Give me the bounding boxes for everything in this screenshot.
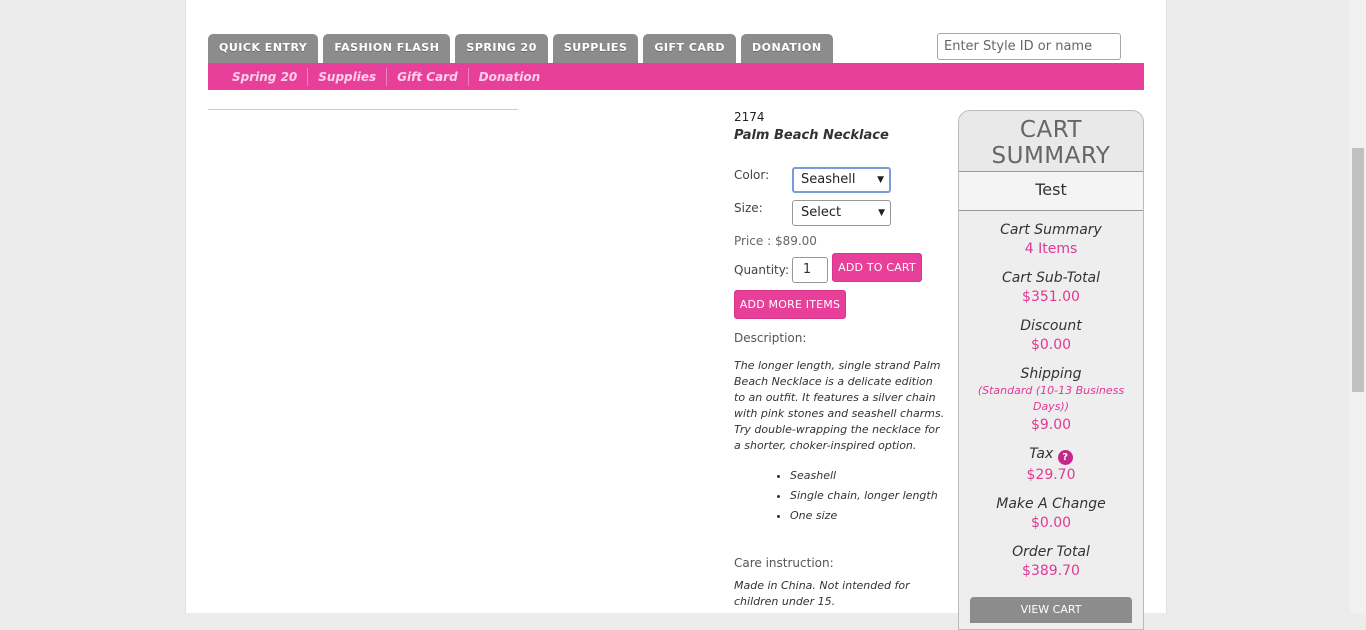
cart-items-row: Cart Summary 4 Items <box>959 221 1143 259</box>
quantity-input[interactable]: 1 <box>792 257 828 283</box>
color-select-value: Seashell <box>801 172 856 187</box>
cart-summary-title: CART SUMMARY <box>959 111 1143 171</box>
list-item: Seashell <box>790 466 938 486</box>
discount-label: Discount <box>1020 318 1082 334</box>
price: Price : $89.00 <box>734 234 817 248</box>
sub-navigation: Spring 20 Supplies Gift Card Donation <box>208 63 1144 90</box>
style-id: 2174 <box>734 110 765 124</box>
image-divider <box>208 109 518 110</box>
tab-donation[interactable]: DONATION <box>741 34 833 63</box>
subnav-spring-20[interactable]: Spring 20 <box>222 67 309 86</box>
care-label: Care instruction: <box>734 556 834 570</box>
size-label: Size: <box>734 201 763 215</box>
tab-gift-card[interactable]: GIFT CARD <box>643 34 737 63</box>
subtotal-label: Cart Sub-Total <box>1001 270 1101 286</box>
description-text: The longer length, single strand Palm Be… <box>734 359 945 452</box>
size-select[interactable]: Select ▼ <box>792 200 891 226</box>
discount-value: $0.00 <box>1030 337 1072 353</box>
add-more-items-button[interactable]: ADD MORE ITEMS <box>734 290 846 319</box>
cart-discount-row: Discount $0.00 <box>959 317 1143 355</box>
feature-list: Seashell Single chain, longer length One… <box>772 466 938 526</box>
order-total-value: $389.70 <box>1022 563 1080 579</box>
cart-subtotal-row: Cart Sub-Total $351.00 <box>959 269 1143 307</box>
tab-spring-20[interactable]: SPRING 20 <box>455 34 548 63</box>
size-select-value: Select <box>801 205 842 220</box>
subtotal-value: $351.00 <box>1022 289 1080 305</box>
subnav-supplies[interactable]: Supplies <box>308 67 388 86</box>
shipping-method: (Standard (10-13 Business Days)) <box>977 384 1125 413</box>
cart-change-row: Make A Change $0.00 <box>959 495 1143 533</box>
order-total-label: Order Total <box>1012 544 1090 560</box>
tax-label: Tax <box>1029 446 1054 462</box>
subnav-gift-card[interactable]: Gift Card <box>387 67 469 86</box>
cart-summary-label: Cart Summary <box>1000 222 1102 238</box>
page-scrollbar[interactable] <box>1350 0 1366 613</box>
tax-label-wrap: Tax ? <box>959 445 1143 465</box>
caret-down-icon: ▼ <box>878 208 885 218</box>
view-cart-button[interactable]: VIEW CART <box>970 597 1132 623</box>
product-name: Palm Beach Necklace <box>734 128 889 143</box>
list-item: One size <box>790 506 938 526</box>
list-item: Single chain, longer length <box>790 486 938 506</box>
question-circle-icon[interactable]: ? <box>1057 450 1073 465</box>
page-container: QUICK ENTRY FASHION FLASH SPRING 20 SUPP… <box>185 0 1167 630</box>
description-label: Description: <box>734 331 807 345</box>
tab-supplies[interactable]: SUPPLIES <box>552 34 639 63</box>
caret-down-icon: ▼ <box>877 175 884 185</box>
cart-item-count[interactable]: 4 Items <box>959 239 1143 259</box>
cart-user-name: Test <box>959 171 1143 211</box>
shipping-value: $9.00 <box>1030 417 1072 433</box>
care-text: Made in China. Not intended for children… <box>734 579 910 608</box>
tab-fashion-flash[interactable]: FASHION FLASH <box>323 34 451 63</box>
make-change-label: Make A Change <box>996 496 1106 512</box>
cart-total-row: Order Total $389.70 <box>959 543 1143 581</box>
tax-value: $29.70 <box>1026 467 1076 483</box>
search-input[interactable] <box>937 33 1121 60</box>
subnav-donation[interactable]: Donation <box>469 68 550 86</box>
add-to-cart-button[interactable]: ADD TO CART <box>832 253 922 282</box>
scrollbar-thumb[interactable] <box>1352 148 1364 392</box>
cart-tax-row: Tax ? $29.70 <box>959 445 1143 485</box>
color-select[interactable]: Seashell ▼ <box>792 167 891 193</box>
make-change-value: $0.00 <box>1030 515 1072 531</box>
cart-summary-panel: CART SUMMARY Test Cart Summary 4 Items C… <box>958 110 1144 630</box>
color-label: Color: <box>734 168 770 182</box>
tab-quick-entry[interactable]: QUICK ENTRY <box>208 34 319 63</box>
main-tabs: QUICK ENTRY FASHION FLASH SPRING 20 SUPP… <box>208 34 833 63</box>
quantity-label: Quantity: <box>734 263 790 277</box>
cart-shipping-row: Shipping (Standard (10-13 Business Days)… <box>959 365 1143 435</box>
shipping-label: Shipping <box>1020 366 1082 382</box>
